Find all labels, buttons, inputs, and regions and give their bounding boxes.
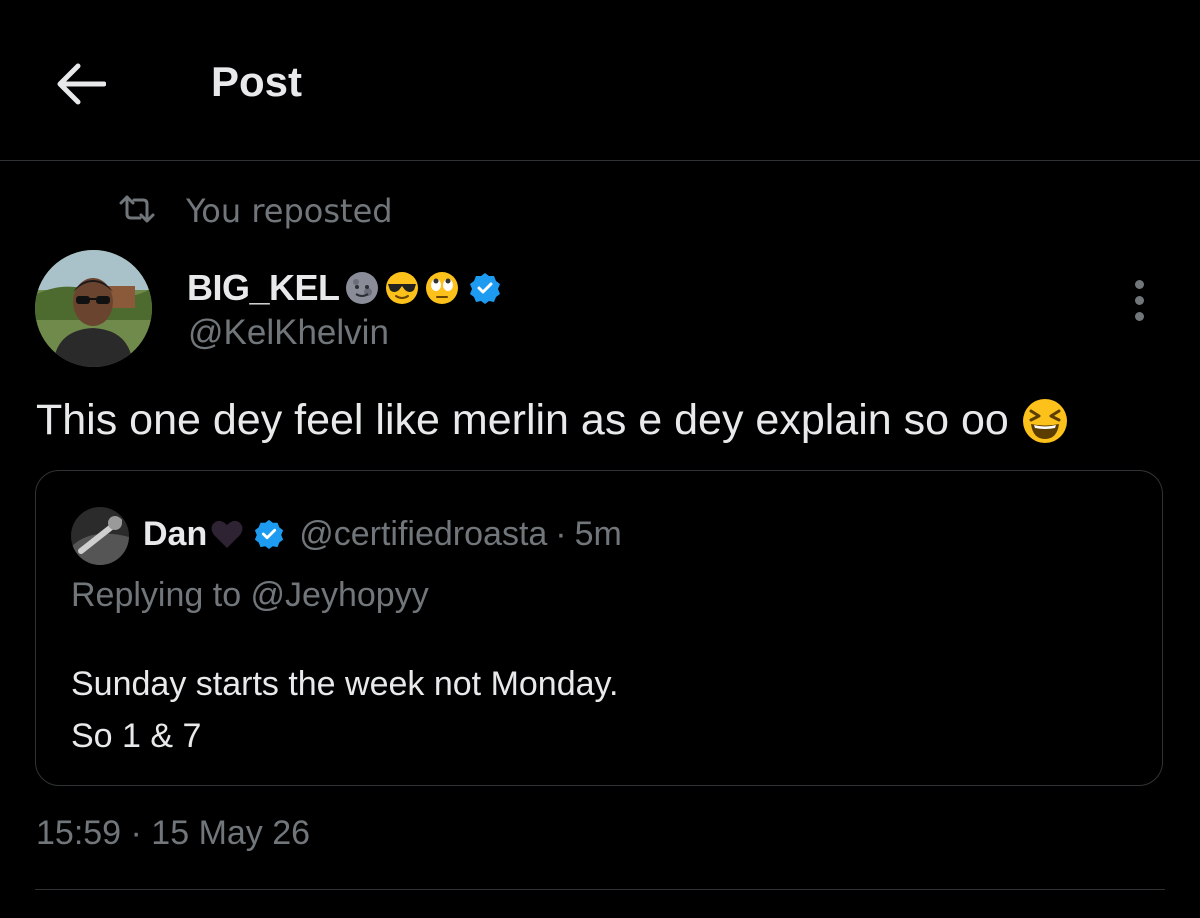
quote-text-line-2: So 1 & 7 xyxy=(71,717,202,755)
author-avatar[interactable] xyxy=(35,250,152,367)
more-vertical-icon xyxy=(1134,279,1144,289)
author-name-row[interactable]: BIG_KEL xyxy=(187,266,502,310)
tweet-body: This one dey feel like merlin as e dey e… xyxy=(36,396,1009,444)
quote-text-line-1: Sunday starts the week not Monday. xyxy=(71,665,619,703)
verified-badge-icon xyxy=(469,273,500,304)
page-title: Post xyxy=(211,58,303,105)
more-options-button[interactable] xyxy=(1114,270,1164,330)
author-handle[interactable]: @KelKhelvin xyxy=(188,313,389,353)
repost-icon xyxy=(119,195,155,223)
author-name[interactable]: BIG_KEL xyxy=(187,267,340,309)
bottom-divider xyxy=(35,889,1165,890)
laughing-squint-face-emoji xyxy=(1022,398,1067,443)
post-timestamp: 15:59 · 15 May 26 xyxy=(36,814,311,852)
verified-badge-icon xyxy=(255,519,284,550)
quote-author-avatar xyxy=(71,507,129,565)
back-button[interactable] xyxy=(40,44,120,124)
quote-text: Sunday starts the week not Monday. So 1 … xyxy=(71,658,618,762)
arrow-left-icon xyxy=(57,63,106,105)
separator-dot: · xyxy=(555,514,567,553)
quote-author-handle: @certifiedroasta xyxy=(299,514,548,553)
header-divider xyxy=(0,160,1200,161)
new-moon-face-emoji xyxy=(345,272,378,304)
quote-author-name: Dan xyxy=(143,514,208,553)
repost-label: You reposted xyxy=(186,192,393,230)
black-heart-emoji xyxy=(211,520,243,548)
eye-roll-face-emoji xyxy=(425,272,458,304)
quote-header: Dan @certifiedroasta · 5m xyxy=(143,512,622,556)
sunglasses-face-emoji xyxy=(385,272,418,304)
quote-time: 5m xyxy=(574,514,622,553)
replying-to: Replying to @Jeyhopyy xyxy=(71,576,429,614)
tweet-text: This one dey feel like merlin as e dey e… xyxy=(36,396,1069,445)
